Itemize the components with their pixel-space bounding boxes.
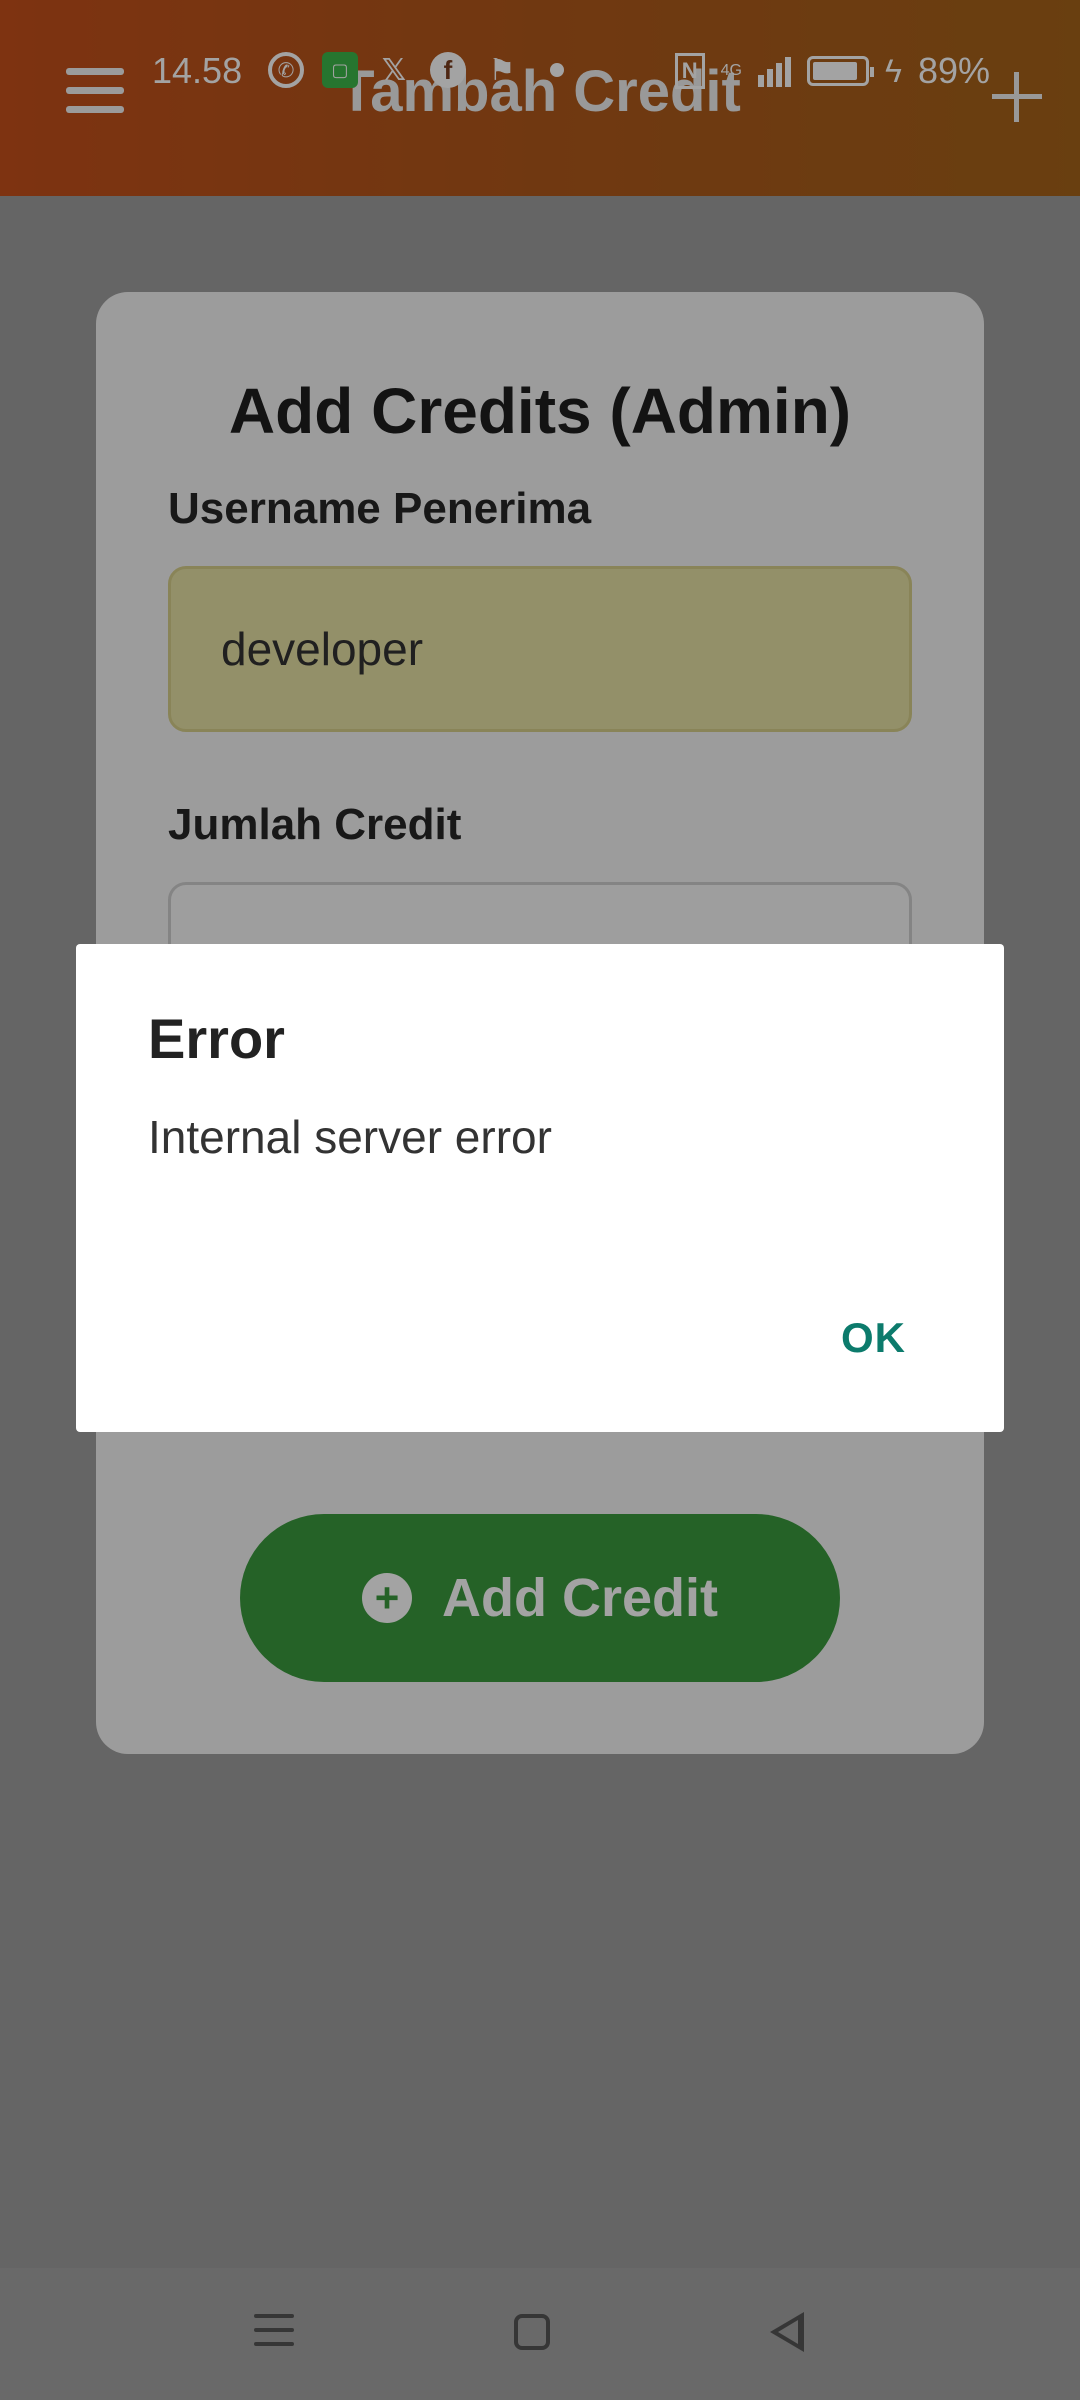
dialog-message: Internal server error bbox=[148, 1111, 552, 1163]
error-dialog: Error Internal server error OK bbox=[76, 944, 1004, 1432]
ok-button[interactable]: OK bbox=[841, 1314, 906, 1362]
dialog-title: Error bbox=[148, 1007, 285, 1070]
